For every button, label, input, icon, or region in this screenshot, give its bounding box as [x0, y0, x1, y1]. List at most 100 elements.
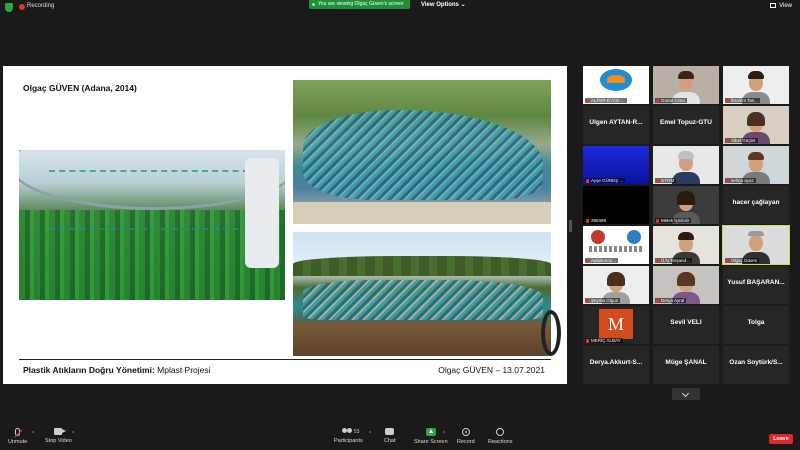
participants-icon [342, 428, 354, 435]
participant-tile[interactable]: Ozan Soytürk/S... [723, 346, 789, 384]
recording-icon [19, 4, 25, 10]
record-button[interactable]: Record [457, 428, 475, 445]
participant-name: Sibel Güçler [725, 138, 758, 143]
audio-options-caret[interactable]: ^ [32, 431, 34, 437]
participant-tile[interactable]: Tolga [723, 306, 789, 344]
participant-tile[interactable]: Ülgen AYTAN-R... [583, 106, 649, 144]
view-options-label: View Options [421, 2, 459, 8]
plastic-net-waste-photo-1 [293, 80, 551, 224]
participant-tile[interactable]: Gonul Cima [653, 66, 719, 104]
participant-name: Olgaç Güven [725, 258, 760, 263]
participant-name: Derya.Akkurt-S... [589, 359, 643, 366]
shared-screen: Olgaç GÜVEN (Adana, 2014) Plastik Atıkla… [3, 66, 567, 384]
participant-tile[interactable]: SYGM [653, 146, 719, 184]
participant-tile[interactable]: Ayşe GÜNEŞ ... [583, 146, 649, 184]
chat-icon [385, 428, 395, 435]
participant-count: 53 [354, 429, 360, 435]
participant-tile[interactable]: Ü.N.Tarşand... [653, 226, 719, 264]
participant-name: MERİÇ ALBAY [585, 338, 623, 343]
participant-tile[interactable]: Derya Ayral [653, 266, 719, 304]
participant-name: Ayşe GÜNEŞ ... [585, 178, 626, 183]
participant-name: Ozan Soytürk/S... [729, 359, 783, 366]
zoom-meeting-window: Recording You are viewing Olgaç Güven's … [0, 0, 800, 450]
record-icon [461, 428, 470, 436]
panel-resize-handle[interactable] [569, 220, 572, 232]
slide-title: Olgaç GÜVEN (Adana, 2014) [23, 83, 137, 93]
viewing-screen-banner: You are viewing Olgaç Güven's screen [309, 0, 410, 9]
screen-share-indicator-icon [312, 3, 315, 6]
slide-footer-divider [19, 359, 551, 360]
security-shield-icon[interactable] [5, 3, 13, 12]
participant-name: Aylala Koç... [585, 258, 618, 263]
gallery-next-page-button[interactable] [672, 388, 700, 400]
participant-tile[interactable]: Melek İşinibilir [653, 186, 719, 224]
video-options-caret[interactable]: ^ [72, 431, 74, 437]
plastic-net-waste-photo-2 [293, 232, 551, 356]
participant-tile[interactable]: hacer çağlayan [723, 186, 789, 224]
participant-name: Şeyma Olgun [585, 298, 621, 303]
footer-bold-text: Plastik Atıkların Doğru Yönetimi: [23, 365, 155, 375]
meeting-toolbar: Unmute ^ Stop Video ^ Participants 53 ^ … [0, 425, 800, 450]
participant-name: 280468 [585, 218, 609, 223]
participant-name: Ü.N.Tarşand... [655, 258, 692, 263]
participant-name: Sevil VELİ [670, 319, 702, 326]
participant-tile[interactable]: Derya.Akkurt-S... [583, 346, 649, 384]
avatar: M [599, 309, 633, 339]
participant-name: Emel Topuz-GTÜ [660, 119, 712, 126]
participant-name: Gonul Cima [655, 98, 687, 103]
share-screen-label: Share Screen [414, 439, 448, 445]
tire-image [541, 310, 561, 356]
participant-tile[interactable]: Emel Topuz-GTÜ [653, 106, 719, 144]
participant-name: Melek İşinibilir [655, 218, 692, 223]
participant-tile[interactable]: M MERİÇ ALBAY [583, 306, 649, 344]
participant-name: Müge ŞANAL [665, 359, 707, 366]
view-button[interactable]: View [770, 3, 792, 9]
participant-tile[interactable]: 280468 [583, 186, 649, 224]
reactions-icon [496, 428, 505, 436]
participant-tile[interactable]: Sevil VELİ [653, 306, 719, 344]
view-options-button[interactable]: View Options ⌄ [421, 1, 466, 8]
grid-view-icon [770, 3, 777, 8]
stop-video-button[interactable]: Stop Video [45, 428, 72, 444]
participant-name: selma ayaz [725, 178, 756, 183]
participant-name: ALFER-EVCE-... [585, 98, 627, 103]
participants-label: Participants [334, 438, 363, 444]
record-label: Record [457, 439, 475, 445]
video-camera-icon [54, 428, 67, 435]
chevron-down-icon: ⌄ [460, 2, 466, 8]
participant-name: Yusuf BAŞARAN... [727, 279, 785, 286]
recording-label: Recording [27, 3, 55, 9]
participant-tile[interactable]: Müge ŞANAL [653, 346, 719, 384]
share-options-caret[interactable]: ^ [443, 431, 445, 437]
top-bar: Recording You are viewing Olgaç Güven's … [0, 0, 800, 14]
share-screen-icon [425, 428, 436, 436]
chat-button[interactable]: Chat [384, 428, 396, 444]
reactions-label: Reactions [488, 439, 513, 445]
participant-tile[interactable]: ALFER-EVCE-... [583, 66, 649, 104]
participant-tile[interactable]: selma ayaz [723, 146, 789, 184]
participant-tile[interactable]: Yusuf BAŞARAN... [723, 266, 789, 304]
view-label: View [779, 3, 792, 10]
participant-tile[interactable]: Şeyma Olgun [583, 266, 649, 304]
participant-name: Derya Ayral [655, 298, 687, 303]
greenhouse-photo [19, 150, 285, 300]
participant-tile[interactable]: İbrahim Tas... [723, 66, 789, 104]
participant-tile[interactable]: Aylala Koç... [583, 226, 649, 264]
unmute-button[interactable]: Unmute [8, 428, 27, 445]
participant-tile[interactable]: Sibel Güçler [723, 106, 789, 144]
participant-name: hacer çağlayan [732, 199, 780, 206]
active-speaker-tile[interactable]: Olgaç Güven [722, 225, 790, 265]
participant-name: İbrahim Tas... [725, 98, 760, 103]
microphone-muted-icon [15, 428, 21, 436]
unmute-label: Unmute [8, 439, 28, 445]
participant-name: Tolga [747, 319, 765, 326]
leave-button[interactable]: Leave [769, 434, 793, 444]
participant-name: Ülgen AYTAN-R... [589, 119, 643, 126]
viewing-banner-text: You are viewing Olgaç Güven's screen [318, 1, 404, 7]
footer-project-name: Mplast Projesi [154, 365, 211, 375]
slide-footer-presenter-date: Olgaç GÜVEN – 13.07.2021 [438, 365, 545, 375]
reactions-button[interactable]: Reactions [488, 428, 512, 445]
participant-name: SYGM [655, 178, 677, 183]
slide-footer-project: Plastik Atıkların Doğru Yönetimi: Mplast… [23, 365, 211, 375]
participants-options-caret[interactable]: ^ [369, 431, 371, 437]
